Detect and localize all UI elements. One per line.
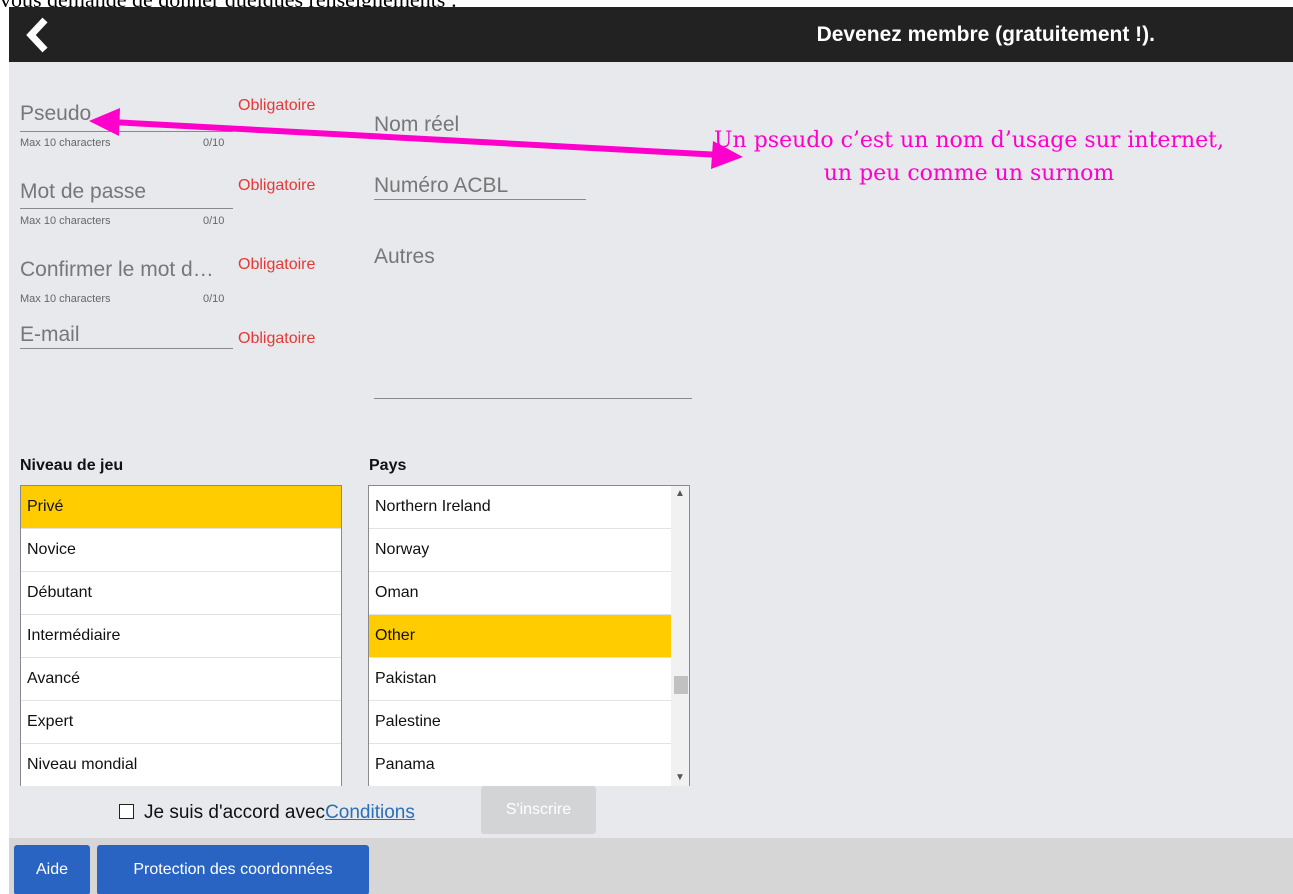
level-option[interactable]: Novice [21,529,341,572]
real-name-label: Nom réel [374,113,460,136]
footer-bar: Aide Protection des coordonnées [9,838,1293,894]
confirm-password-required-label: Obligatoire [238,256,316,273]
chevron-left-icon [26,17,48,53]
registration-window: Devenez membre (gratuitement !). Pseudo … [9,7,1293,894]
terms-checkbox[interactable] [119,804,134,819]
privacy-button[interactable]: Protection des coordonnées [97,845,369,894]
country-title: Pays [369,457,407,474]
terms-text: Je suis d'accord avec [144,802,326,823]
pseudo-required-label: Obligatoire [238,97,316,114]
password-hint: Max 10 characters [20,215,111,227]
register-button[interactable]: S'inscrire [481,786,596,834]
email-label: E-mail [20,323,80,346]
confirm-password-label: Confirmer le mot d… [20,258,214,281]
confirm-password-hint: Max 10 characters [20,293,111,305]
country-option[interactable]: Northern Ireland [369,486,671,529]
email-underline [20,348,233,349]
country-option[interactable]: Pakistan [369,658,671,701]
country-scrollbar[interactable]: ▲ ▼ [671,486,689,786]
level-option[interactable]: Expert [21,701,341,744]
pseudo-counter: 0/10 [203,137,225,149]
password-underline [20,208,233,209]
email-required-label: Obligatoire [238,330,316,347]
country-option[interactable]: Oman [369,572,671,615]
level-title: Niveau de jeu [20,457,124,474]
pseudo-underline [20,131,233,132]
password-label: Mot de passe [20,180,147,203]
country-option[interactable]: Other [369,615,671,658]
back-button[interactable] [19,15,59,55]
page-title: Devenez membre (gratuitement !). [816,23,1155,46]
acbl-number-label: Numéro ACBL [374,174,509,197]
level-option[interactable]: Intermédiaire [21,615,341,658]
confirm-password-counter: 0/10 [203,293,225,305]
others-label: Autres [374,245,435,268]
scroll-down-icon[interactable]: ▼ [671,770,689,786]
level-option[interactable]: Privé [21,486,341,529]
help-button[interactable]: Aide [14,845,90,894]
country-option[interactable]: Palestine [369,701,671,744]
scroll-up-icon[interactable]: ▲ [671,486,689,502]
password-counter: 0/10 [203,215,225,227]
level-option[interactable]: Niveau mondial [21,744,341,786]
title-bar: Devenez membre (gratuitement !). [9,7,1293,62]
level-option[interactable]: Débutant [21,572,341,615]
password-required-label: Obligatoire [238,177,316,194]
country-option[interactable]: Panama [369,744,671,786]
others-underline [374,398,692,399]
level-list[interactable]: Privé Novice Débutant Intermédiaire Avancé Ex… [20,485,342,786]
terms-agreement: Je suis d'accord avecConditions [119,792,415,834]
country-list[interactable]: Northern Ireland Norway Oman Other Pakistan P… [368,485,690,786]
pseudo-hint: Max 10 characters [20,137,111,149]
scroll-thumb[interactable] [674,676,688,694]
country-option[interactable]: Norway [369,529,671,572]
pseudo-label: Pseudo [20,102,92,125]
conditions-link[interactable]: Conditions [325,802,415,823]
level-option[interactable]: Avancé [21,658,341,701]
annotation-note: Un pseudo c’est un nom d’usage sur inter… [714,128,1224,186]
acbl-number-underline [374,199,586,200]
